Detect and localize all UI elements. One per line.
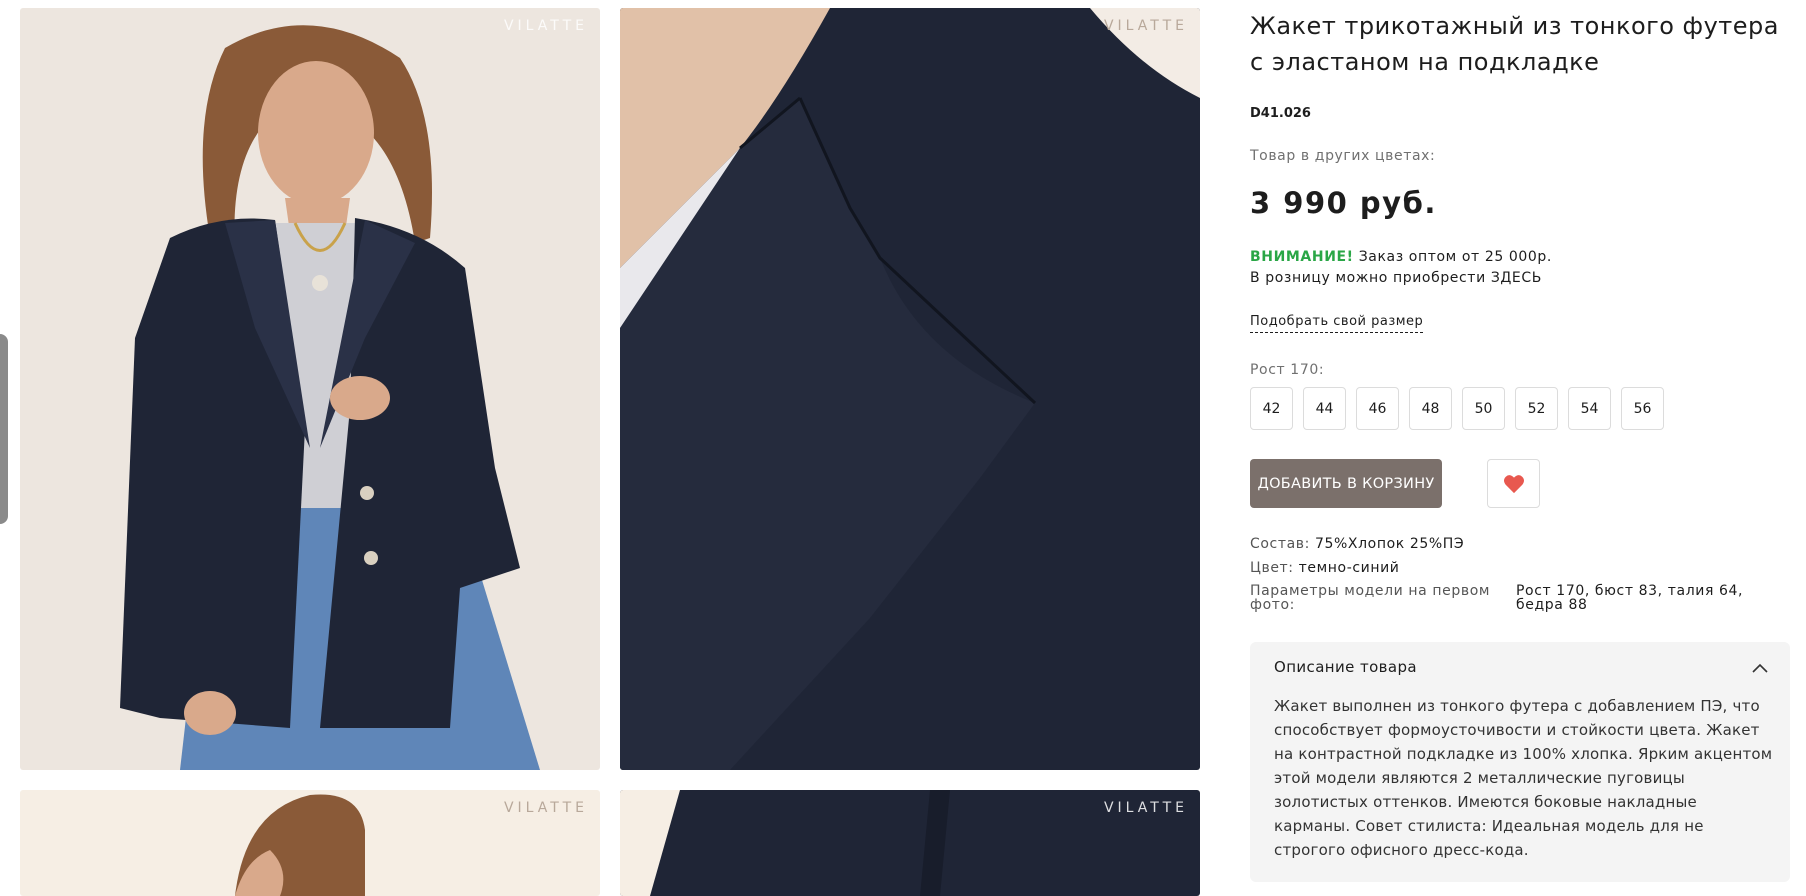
description-title[interactable]: Описание товара (1274, 658, 1417, 676)
notice-warning: ВНИМАНИЕ! (1250, 249, 1354, 265)
composition-row: Состав: 75%Хлопок 25%ПЭ (1250, 536, 1464, 552)
product-photo-main[interactable]: VILATTE (20, 8, 600, 770)
product-price: 3 990 руб. (1250, 186, 1437, 220)
lapel-closeup-illustration (620, 8, 1200, 770)
model-photo-illustration (20, 8, 600, 770)
size-option-50[interactable]: 50 (1462, 387, 1505, 430)
heart-icon (1503, 474, 1524, 493)
size-guide-link[interactable]: Подобрать свой размер (1250, 314, 1424, 333)
product-title: Жакет трикотажный из тонкого футера с эл… (1250, 12, 1779, 76)
size-option-42[interactable]: 42 (1250, 387, 1293, 430)
product-sku: D41.026 (1250, 106, 1311, 121)
product-photo-fourth[interactable]: VILATTE (620, 790, 1200, 896)
size-option-46[interactable]: 46 (1356, 387, 1399, 430)
watermark-logo: VILATTE (503, 800, 588, 816)
chevron-up-icon[interactable] (1752, 662, 1768, 674)
retail-link[interactable]: В розницу можно приобрести ЗДЕСЬ (1250, 268, 1552, 289)
size-option-52[interactable]: 52 (1515, 387, 1558, 430)
description-text: Жакет выполнен из тонкого футера с добав… (1274, 697, 1773, 859)
description-accordion: Описание товара Жакет выполнен из тонког… (1250, 642, 1790, 882)
watermark-logo: VILATTE (503, 18, 588, 34)
size-options: 42 44 46 48 50 52 54 56 (1250, 387, 1664, 430)
side-tab-handle[interactable] (0, 334, 8, 524)
color-label: Цвет: (1250, 560, 1294, 576)
size-option-54[interactable]: 54 (1568, 387, 1611, 430)
height-label: Рост 170: (1250, 362, 1325, 378)
color-row: Цвет: темно-синий (1250, 560, 1400, 576)
size-option-48[interactable]: 48 (1409, 387, 1452, 430)
notice-text: Заказ оптом от 25 000р. (1353, 249, 1552, 265)
composition-label: Состав: (1250, 536, 1310, 552)
other-colors-label: Товар в других цветах: (1250, 148, 1436, 164)
color-value: темно-синий (1293, 560, 1400, 576)
watermark-logo: VILATTE (1103, 800, 1188, 816)
model-params-label: Параметры модели на первом фото: (1250, 583, 1491, 613)
composition-value: 75%Хлопок 25%ПЭ (1309, 536, 1465, 552)
watermark-logo: VILATTE (1103, 18, 1188, 34)
size-option-56[interactable]: 56 (1621, 387, 1664, 430)
size-option-44[interactable]: 44 (1303, 387, 1346, 430)
model-params-value: Рост 170, бюст 83, талия 64, бедра 88 (1516, 583, 1744, 613)
add-to-favorites-button[interactable] (1487, 459, 1540, 508)
product-photo-third[interactable]: VILATTE (20, 790, 600, 896)
product-photo-detail[interactable]: VILATTE (620, 8, 1200, 770)
add-to-cart-button[interactable]: ДОБАВИТЬ В КОРЗИНУ (1250, 459, 1442, 508)
product-info-panel: Жакет трикотажный из тонкого футера с эл… (1250, 0, 1790, 896)
wholesale-notice: ВНИМАНИЕ! Заказ оптом от 25 000р. В розн… (1250, 247, 1552, 289)
